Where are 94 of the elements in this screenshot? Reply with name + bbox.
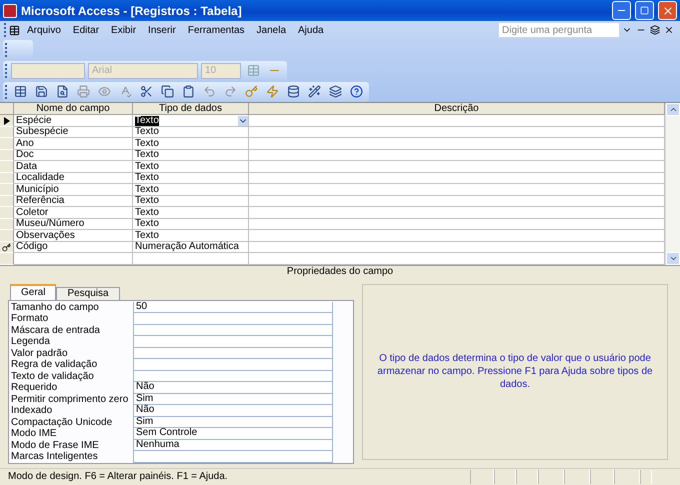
table-cell[interactable] bbox=[249, 172, 665, 184]
table-cell[interactable]: Museu/Número bbox=[14, 218, 133, 230]
property-label: Texto de validação bbox=[11, 370, 95, 382]
table-cell[interactable]: Texto bbox=[133, 150, 249, 162]
table-cell[interactable]: Texto bbox=[133, 126, 249, 138]
table-cell[interactable]: Texto bbox=[133, 138, 249, 150]
table-cell[interactable]: Doc bbox=[14, 150, 133, 162]
tab[interactable]: Pesquisa bbox=[56, 286, 120, 300]
app-icon bbox=[3, 4, 17, 18]
table-cell[interactable]: Texto bbox=[133, 207, 249, 219]
property-field[interactable] bbox=[133, 451, 333, 462]
property-field[interactable]: Sim bbox=[133, 416, 333, 428]
menu-item[interactable]: Arquivo bbox=[21, 24, 67, 36]
table-cell[interactable]: Coletor bbox=[14, 207, 133, 219]
property-field[interactable]: Não bbox=[133, 405, 333, 416]
close-icon bbox=[662, 4, 674, 17]
property-field[interactable]: 50 bbox=[133, 302, 333, 313]
row-selector[interactable] bbox=[0, 242, 14, 254]
table-cell[interactable]: Texto bbox=[133, 218, 249, 230]
property-label: Máscara de entrada bbox=[11, 324, 101, 336]
table-cell[interactable] bbox=[249, 230, 665, 242]
property-field[interactable]: Nenhuma bbox=[133, 440, 333, 451]
empty-toolbar bbox=[3, 40, 33, 60]
table-cell[interactable]: Texto bbox=[133, 230, 249, 242]
property-field[interactable] bbox=[133, 324, 333, 336]
table-cell[interactable] bbox=[249, 150, 665, 162]
table-cell[interactable]: Espécie bbox=[14, 115, 133, 127]
table-cell[interactable]: Ano bbox=[14, 138, 133, 150]
property-label: Compactação Unicode bbox=[11, 416, 114, 428]
property-label: Tamanho do campo bbox=[11, 302, 100, 313]
table-cell[interactable]: Numeração Automática bbox=[133, 242, 249, 254]
property-label: Marcas Inteligentes bbox=[11, 451, 99, 462]
table-cell[interactable] bbox=[249, 161, 665, 173]
table-cell[interactable] bbox=[249, 196, 665, 208]
table-cell[interactable]: Texto bbox=[133, 115, 249, 127]
menu-item[interactable]: Inserir bbox=[142, 24, 182, 36]
column-header[interactable]: Descrição bbox=[249, 103, 665, 116]
column-header[interactable]: Tipo de dados bbox=[133, 103, 249, 116]
table-cell[interactable]: Texto bbox=[133, 172, 249, 184]
row-selector[interactable] bbox=[0, 115, 14, 127]
table-cell[interactable]: Subespécie bbox=[14, 126, 133, 138]
column-header[interactable]: Nome do campo bbox=[14, 103, 133, 116]
section-title: Propriedades do campo bbox=[0, 264, 680, 278]
table-icon[interactable] bbox=[7, 23, 21, 38]
menu-item[interactable]: Ajuda bbox=[292, 24, 330, 36]
table-cell[interactable]: Texto bbox=[133, 196, 249, 208]
status-text: Modo de design. F6 = Alterar painéis. F1 = Ajuda. bbox=[7, 471, 229, 482]
property-label: Regra de validação bbox=[11, 359, 98, 370]
window-title: Microsoft Access - [Registros : Tabela] bbox=[21, 4, 243, 18]
menu-item[interactable]: Editar bbox=[66, 24, 106, 36]
table-cell[interactable] bbox=[249, 126, 665, 138]
table-cell[interactable] bbox=[249, 207, 665, 219]
menu-item[interactable]: Janela bbox=[250, 24, 292, 36]
property-field[interactable] bbox=[133, 348, 333, 359]
minimize-button[interactable] bbox=[612, 1, 631, 20]
table-cell[interactable] bbox=[249, 242, 665, 254]
property-field[interactable]: Não bbox=[133, 382, 333, 394]
property-field[interactable] bbox=[133, 336, 333, 348]
table-cell[interactable]: Data bbox=[14, 161, 133, 173]
restore-button[interactable] bbox=[635, 1, 654, 20]
table-cell[interactable]: Referência bbox=[14, 196, 133, 208]
help-text: O tipo de dados determina o tipo de valor que o usuário pode armazenar no campo. Pressione F1 para Ajuda sobre tipos de dados. bbox=[376, 352, 654, 391]
property-label: Permitir comprimento zero bbox=[11, 394, 130, 405]
property-field[interactable] bbox=[133, 370, 333, 382]
property-label: Formato bbox=[11, 313, 50, 324]
menu-item[interactable]: Ferramentas bbox=[182, 24, 251, 36]
property-field[interactable] bbox=[133, 359, 333, 370]
table-cell[interactable] bbox=[249, 184, 665, 196]
table-cell[interactable]: Observações bbox=[14, 230, 133, 242]
table-cell[interactable]: Localidade bbox=[14, 172, 133, 184]
table-cell[interactable] bbox=[249, 138, 665, 150]
property-field[interactable] bbox=[133, 313, 333, 324]
property-label: Legenda bbox=[11, 336, 51, 348]
property-label: Modo de Frase IME bbox=[11, 440, 100, 451]
property-label: Indexado bbox=[11, 405, 54, 416]
table-cell[interactable]: Texto bbox=[133, 184, 249, 196]
table-cell[interactable]: Município bbox=[14, 184, 133, 196]
property-label: Valor padrão bbox=[11, 348, 69, 359]
corner-cell bbox=[0, 103, 14, 116]
property-field[interactable]: Sem Controle bbox=[133, 428, 333, 440]
tab[interactable]: Geral bbox=[10, 284, 56, 300]
property-field[interactable]: Sim bbox=[133, 394, 333, 405]
table-cell[interactable]: Código bbox=[14, 242, 133, 254]
help-search-field[interactable]: Digite uma pergunta bbox=[498, 22, 620, 38]
menu-item[interactable]: Exibir bbox=[105, 24, 142, 36]
property-label: Requerido bbox=[11, 382, 58, 394]
table-cell[interactable] bbox=[249, 115, 665, 127]
table-cell[interactable]: Texto bbox=[133, 161, 249, 173]
property-label: Modo IME bbox=[11, 428, 58, 440]
vertical-scrollbar[interactable] bbox=[665, 103, 680, 265]
scroll-down-button[interactable] bbox=[666, 252, 680, 265]
scroll-up-button[interactable] bbox=[666, 103, 680, 116]
close-button[interactable] bbox=[658, 1, 677, 20]
table-cell[interactable] bbox=[249, 218, 665, 230]
